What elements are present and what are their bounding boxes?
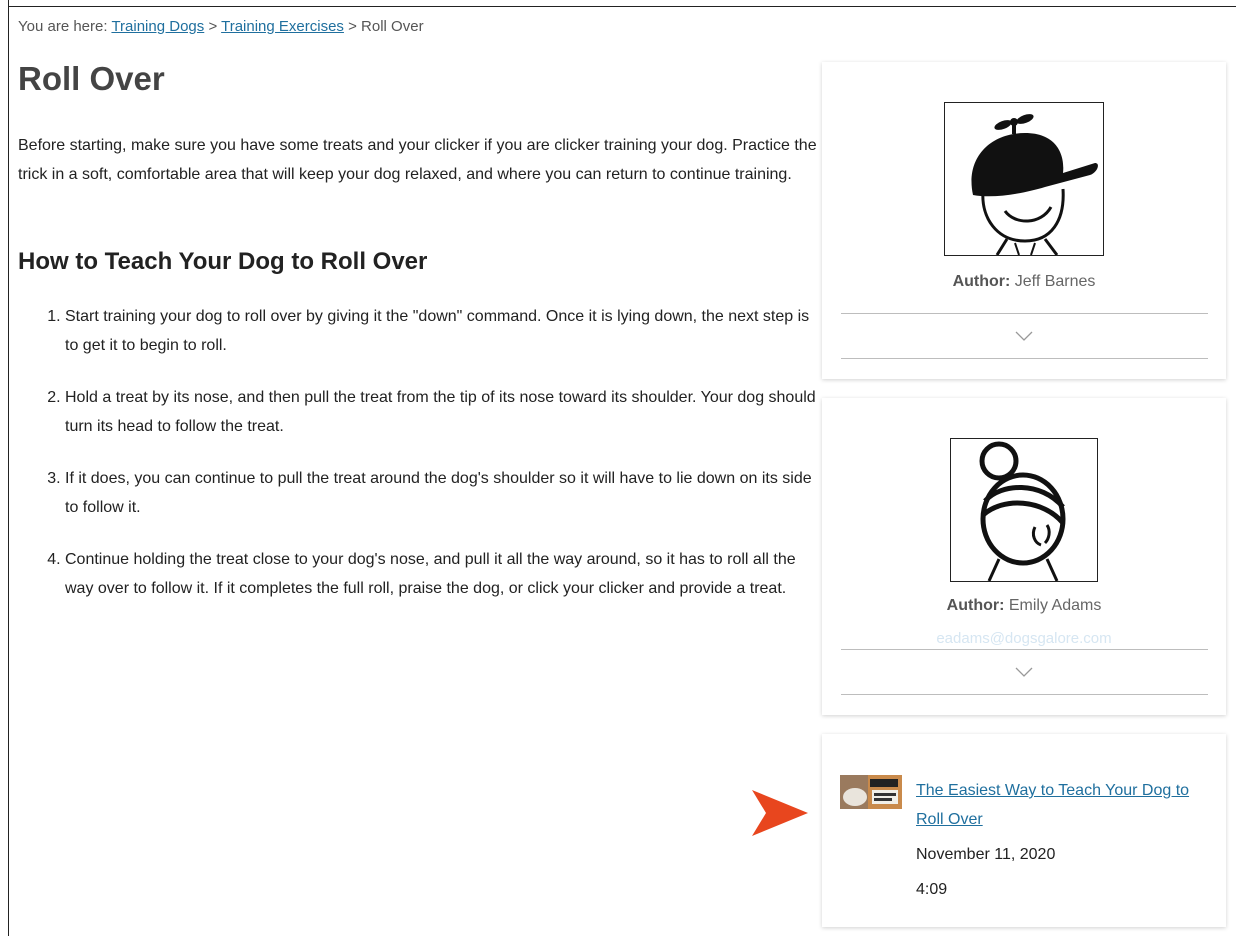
video-title-link[interactable]: The Easiest Way to Teach Your Dog to Rol… — [916, 776, 1206, 834]
divider — [841, 313, 1208, 314]
intro-paragraph: Before starting, make sure you have some… — [18, 137, 817, 183]
steps-list: Start training your dog to roll over by … — [18, 302, 823, 626]
breadcrumb-separator: > — [348, 18, 357, 35]
video-date: November 11, 2020 — [916, 846, 1056, 863]
breadcrumb-link-training-exercises[interactable]: Training Exercises — [221, 18, 344, 35]
breadcrumb-separator: > — [208, 18, 218, 35]
author-label: Author: — [946, 597, 1005, 614]
breadcrumb-current: Roll Over — [361, 18, 424, 35]
page-title: Roll Over — [18, 60, 165, 97]
divider — [841, 649, 1208, 650]
section-heading: How to Teach Your Dog to Roll Over — [18, 248, 428, 275]
author-label: Author: — [952, 273, 1011, 290]
hair-bun-avatar-icon — [979, 441, 1066, 581]
breadcrumb-link-training-dogs[interactable]: Training Dogs — [111, 18, 204, 35]
video-card: The Easiest Way to Teach Your Dog to Rol… — [822, 734, 1226, 927]
divider — [841, 358, 1208, 359]
author-avatar — [944, 102, 1104, 256]
author-avatar — [950, 438, 1098, 582]
breadcrumb: You are here: Training Dogs > Training E… — [18, 18, 424, 35]
author-card-emily-adams: Author: Emily Adams eadams@dogsgalore.co… — [822, 398, 1226, 715]
step-item: Start training your dog to roll over by … — [65, 302, 823, 360]
step-item: If it does, you can continue to pull the… — [65, 464, 823, 522]
video-thumbnail-image — [840, 775, 902, 809]
author-name-value: Jeff Barnes — [1014, 273, 1096, 290]
window-left-border — [8, 0, 9, 936]
author-email[interactable]: eadams@dogsgalore.com — [822, 630, 1226, 647]
step-item: Hold a treat by its nose, and then pull … — [65, 383, 823, 441]
window-top-border — [8, 6, 1236, 7]
video-duration: 4:09 — [916, 881, 948, 898]
divider — [841, 694, 1208, 695]
chevron-down-icon[interactable] — [1015, 667, 1033, 677]
author-card-jeff-barnes: Author: Jeff Barnes — [822, 62, 1226, 379]
author-name: Author: Emily Adams — [822, 597, 1226, 615]
breadcrumb-prefix: You are here: — [18, 18, 108, 35]
author-name: Author: Jeff Barnes — [822, 273, 1226, 291]
chevron-down-icon[interactable] — [1015, 331, 1033, 341]
video-thumbnail[interactable] — [840, 775, 902, 809]
pointer-arrow-icon — [752, 790, 808, 836]
propeller-cap-avatar-icon — [971, 114, 1098, 255]
step-item: Continue holding the treat close to your… — [65, 545, 823, 603]
author-name-value: Emily Adams — [1008, 597, 1102, 614]
